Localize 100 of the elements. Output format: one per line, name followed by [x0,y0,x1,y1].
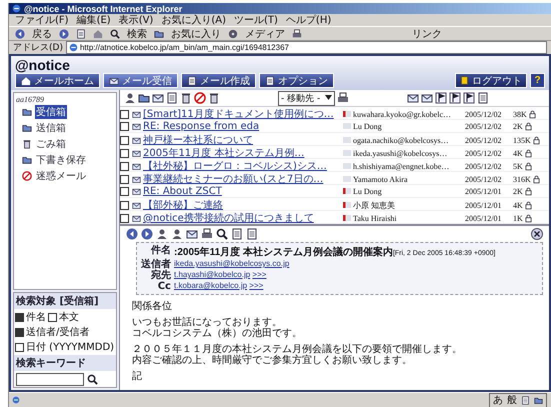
checkbox[interactable] [15,328,24,336]
envelope-icon[interactable] [132,214,141,222]
envelope-icon[interactable] [132,136,141,144]
help-button[interactable]: ? [530,73,545,88]
subject-link[interactable]: @notice携帯接続の試用につきまして [143,211,314,225]
envelope-icon[interactable] [132,122,141,130]
checkbox-label[interactable]: 日付 (YYYYMMDD) [26,340,114,354]
folder-icon[interactable] [22,155,32,165]
envelope-icon[interactable] [132,174,141,184]
checkbox-label[interactable]: 件名 [26,310,46,324]
person-icon[interactable] [124,92,136,104]
nav-tab[interactable]: オプション [259,73,334,88]
row-checkbox[interactable] [120,174,129,184]
padlock-icon[interactable] [524,186,533,196]
printer-icon[interactable] [292,28,302,38]
checkbox-label[interactable]: 本文 [59,310,79,324]
language-bar[interactable]: あ 般 [489,392,547,407]
subject-link[interactable]: 【部外秘】ご連絡 [143,198,223,212]
trash-icon[interactable] [180,92,192,104]
row-checkbox[interactable] [120,162,129,170]
page-icon[interactable] [477,92,490,104]
printer-icon[interactable] [337,92,350,104]
envelope-icon[interactable] [109,76,119,86]
search-icon[interactable] [87,374,98,385]
flag-icon[interactable] [463,92,476,104]
person-icon[interactable] [171,228,183,240]
menu-item[interactable]: ツール(T) [234,13,278,27]
nav-tab[interactable]: メール受信 [103,73,178,88]
checkbox[interactable] [15,342,24,352]
menu-item[interactable]: ヘルプ(H) [286,13,332,27]
folder-icon[interactable] [534,396,543,404]
page-icon[interactable] [246,228,258,240]
padlock-icon[interactable] [524,122,533,130]
page-icon[interactable] [166,92,178,104]
links-label[interactable]: リンク [412,26,442,40]
search-icon[interactable] [110,28,120,38]
row-checkbox[interactable] [120,148,129,158]
row-checkbox[interactable] [120,186,129,196]
folder-item[interactable]: 下書き保存 [16,152,114,168]
folder-icon[interactable] [138,92,150,104]
subject-link[interactable]: RE: Response from eda [143,120,260,132]
page-icon[interactable] [231,228,243,240]
nav-tab[interactable]: メール作成 [181,73,256,88]
folder-item[interactable]: ごみ箱 [16,136,114,152]
envelope-icon[interactable] [132,200,141,210]
page-icon[interactable] [187,76,197,86]
close-button[interactable] [531,228,543,240]
checkbox[interactable] [48,312,57,322]
trash-icon[interactable] [22,139,32,149]
menu-item[interactable]: お気に入り(A) [161,13,226,27]
back-button[interactable]: 戻る [32,26,52,40]
subject-link[interactable]: 事業継続セミナーのお願い(スと7日の… [143,172,324,186]
address-field[interactable]: http://atnotice.kobelco.jp/am_bin/am_main.cgi/1694812367 [66,41,547,54]
house-icon[interactable] [21,76,31,86]
disc-icon[interactable] [228,28,238,38]
trash-icon[interactable] [208,92,220,104]
subject-link[interactable]: 【社外秘】ローグロ：コベルシス)シス… [143,159,327,173]
menu-item[interactable]: 編集(E) [76,13,111,27]
caret-icon[interactable] [325,94,332,100]
folder-item[interactable]: 迷惑メール [16,168,114,184]
row-checkbox[interactable] [120,122,129,130]
row-checkbox[interactable] [120,136,129,144]
address-link[interactable]: t.hayashi@kobelco.jp [174,270,250,279]
envelope-icon[interactable] [421,92,434,104]
envelope-icon[interactable] [132,110,141,118]
folder-icon[interactable] [154,28,164,38]
input-mode[interactable]: あ [493,393,503,407]
logout-button[interactable]: ログアウト [455,73,527,88]
envelope-icon[interactable] [132,162,141,170]
checkbox-label[interactable]: 送信者/受信者 [26,325,90,339]
padlock-icon[interactable] [524,200,533,210]
padlock-icon[interactable] [524,148,533,158]
envelope-icon[interactable] [407,92,420,104]
address-link[interactable]: ikeda.yasushi@kobelcosys.co.jp [174,259,290,268]
move-to-dropdown[interactable]: - 移動先 - [278,90,336,106]
envelope-icon[interactable] [132,148,141,158]
folder-item[interactable]: 受信箱 [16,104,114,120]
keyword-field[interactable] [16,373,84,386]
flag-icon[interactable] [449,92,462,104]
page-icon[interactable] [76,28,86,38]
subject-link[interactable]: [Smart]11月度ドキュメント使用例につ… [143,107,334,121]
padlock-icon[interactable] [532,174,541,184]
padlock-icon[interactable] [524,214,533,222]
envelope-icon[interactable] [186,228,198,240]
envelope-icon[interactable] [132,186,141,196]
more-link[interactable]: >>> [252,270,266,279]
conversion-mode[interactable]: 般 [507,393,517,407]
row-checkbox[interactable] [120,200,129,210]
folder-item[interactable]: 送信箱 [16,120,114,136]
page-icon[interactable] [521,396,530,404]
envelope-icon[interactable] [152,92,164,104]
subject-link[interactable]: 2005年11月度 本社システム月例… [143,146,304,160]
printer-icon[interactable] [201,228,213,240]
favorites-button[interactable]: お気に入り [171,26,221,40]
padlock-icon[interactable] [524,162,533,170]
subject-link[interactable]: 神戸様ー本社系について [143,133,253,147]
padlock-icon[interactable] [532,136,541,144]
menu-item[interactable]: 表示(V) [118,13,154,27]
subject-link[interactable]: RE: About ZSCT [143,186,222,196]
no-entry-icon[interactable] [22,171,32,181]
